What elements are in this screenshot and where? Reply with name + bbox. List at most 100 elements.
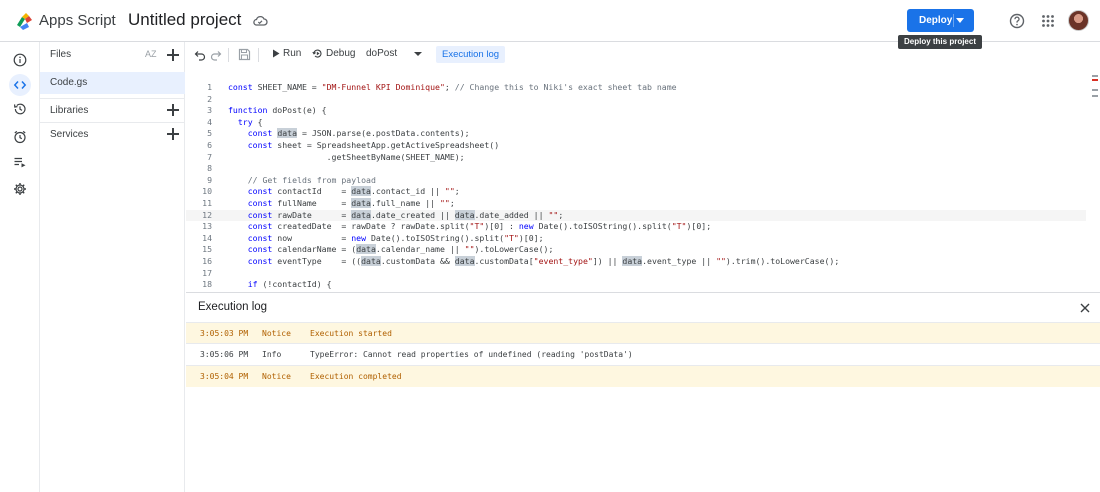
- play-icon: [273, 49, 280, 58]
- code-line[interactable]: 18 if (!contactId) {: [186, 279, 1086, 289]
- rail-editor[interactable]: [9, 74, 31, 96]
- file-item-code-gs[interactable]: Code.gs: [40, 72, 185, 94]
- cloud-saved-icon: [253, 15, 268, 26]
- run-button[interactable]: Run: [272, 48, 301, 59]
- chevron-down-icon[interactable]: [956, 18, 964, 23]
- editor-toolbar: Run Debug doPost Execution log: [186, 43, 1100, 67]
- log-level: Info: [262, 350, 282, 360]
- line-number: 13: [202, 221, 212, 232]
- code-text: const sheet = SpreadsheetApp.getActiveSp…: [247, 140, 500, 150]
- code-text: // Get fields from payload: [247, 174, 376, 185]
- top-app-bar: Apps Script Untitled project Deploy Depl…: [0, 0, 1100, 49]
- function-select[interactable]: doPost: [366, 48, 397, 59]
- rail-triggers[interactable]: [9, 126, 31, 148]
- code-line[interactable]: 1 const SHEET_NAME = "DM-Funnel KPI Domin…: [186, 82, 1086, 94]
- code-line[interactable]: 10 const contactId = data.contact_id || …: [186, 186, 1086, 198]
- code-text: const fullName = data.full_name || "";: [247, 198, 455, 208]
- undo-icon[interactable]: [194, 49, 206, 61]
- code-text: const SHEET_NAME = "DM-Funnel KPI Domini…: [228, 82, 677, 92]
- deploy-button-label: Deploy: [919, 15, 953, 26]
- code-line[interactable]: 7 .getSheetByName(SHEET_NAME);: [186, 152, 1086, 164]
- line-number: 15: [202, 244, 212, 255]
- code-line[interactable]: 16 const eventType = ((data.customData &…: [186, 256, 1086, 268]
- add-service-plus-icon[interactable]: [167, 128, 179, 140]
- rail-project-history[interactable]: [9, 98, 31, 120]
- line-number: 6: [207, 140, 212, 150]
- execution-log-button[interactable]: Execution log: [436, 46, 506, 63]
- overview-ruler[interactable]: [1092, 75, 1098, 289]
- line-number: 1: [207, 82, 212, 92]
- services-section[interactable]: Services: [40, 122, 185, 146]
- line-number: 14: [202, 232, 212, 243]
- code-line[interactable]: 3 function doPost(e) {: [186, 105, 1086, 117]
- code-text: function doPost(e) {: [228, 105, 327, 116]
- code-line[interactable]: 13 const createdDate = rawDate ? rawDate…: [186, 221, 1086, 233]
- sort-az-icon[interactable]: AZ: [145, 49, 157, 59]
- log-entry[interactable]: 3:05:06 PM Info TypeError: Cannot read pro…: [186, 343, 1100, 366]
- code-line[interactable]: 9 // Get fields from payload: [186, 175, 1086, 187]
- toolbar-divider: [258, 48, 259, 62]
- code-line[interactable]: 12 const rawDate = data.date_created || …: [186, 209, 1086, 222]
- code-text: const eventType = ((data.customData && d…: [247, 256, 840, 266]
- line-number: 11: [202, 198, 212, 208]
- code-text: const calendarName = (data.calendar_name…: [247, 244, 554, 255]
- list-run-icon: [14, 157, 26, 168]
- help-icon[interactable]: [1008, 12, 1026, 30]
- line-number: 7: [207, 151, 212, 162]
- ruler-mark: [1092, 89, 1098, 91]
- code-line[interactable]: 6 const sheet = SpreadsheetApp.getActive…: [186, 140, 1086, 152]
- function-select-value: doPost: [366, 48, 398, 59]
- apps-script-logo-icon[interactable]: [14, 11, 34, 31]
- code-line[interactable]: 8: [186, 163, 1086, 175]
- rail-executions[interactable]: [9, 151, 31, 173]
- log-message: Execution started: [310, 329, 392, 338]
- line-number: 12: [202, 209, 212, 220]
- project-title[interactable]: Untitled project: [128, 10, 241, 30]
- code-text: try {: [237, 116, 263, 127]
- log-entry[interactable]: 3:05:03 PM Notice Execution started: [186, 322, 1100, 344]
- line-number: 2: [207, 93, 212, 104]
- code-line[interactable]: 11 const fullName = data.full_name || ""…: [186, 198, 1086, 210]
- code-text: .getSheetByName(SHEET_NAME);: [228, 151, 465, 162]
- libraries-section[interactable]: Libraries: [40, 98, 185, 122]
- rail-settings[interactable]: [9, 178, 31, 200]
- debug-button[interactable]: Debug: [312, 48, 355, 59]
- code-line[interactable]: 5 const data = JSON.parse(e.postData.con…: [186, 128, 1086, 140]
- code-text: const now = new Date().toISOString().spl…: [247, 232, 544, 243]
- files-heading: Files: [50, 49, 72, 60]
- line-number: 8: [207, 163, 212, 174]
- line-number: 9: [207, 174, 212, 185]
- redo-icon[interactable]: [210, 49, 222, 61]
- apps-grid-icon[interactable]: [1039, 12, 1057, 30]
- log-entry[interactable]: 3:05:04 PM Notice Execution completed: [186, 364, 1100, 387]
- log-time: 3:05:06 PM: [200, 350, 249, 360]
- function-select-chevron-down-icon[interactable]: [414, 52, 422, 56]
- deploy-button[interactable]: Deploy: [907, 9, 974, 32]
- code-icon: [13, 80, 27, 90]
- save-icon[interactable]: [238, 48, 251, 61]
- close-icon[interactable]: [1079, 302, 1091, 314]
- line-number: 10: [202, 186, 212, 197]
- code-line[interactable]: 2: [186, 94, 1086, 106]
- run-label: Run: [283, 48, 302, 59]
- code-text: if (!contactId) {: [247, 279, 332, 289]
- code-editor[interactable]: 1 const SHEET_NAME = "DM-Funnel KPI Domin…: [186, 67, 1100, 289]
- account-avatar[interactable]: [1068, 10, 1089, 31]
- code-line[interactable]: 15 const calendarName = (data.calendar_n…: [186, 244, 1086, 256]
- add-library-plus-icon[interactable]: [167, 104, 179, 116]
- log-message: TypeError: Cannot read properties of und…: [310, 350, 633, 360]
- libraries-label: Libraries: [50, 105, 89, 116]
- log-time: 3:05:04 PM: [200, 371, 249, 381]
- history-icon: [14, 103, 26, 115]
- info-icon: [13, 53, 27, 67]
- code-line[interactable]: 14 const now = new Date().toISOString().…: [186, 233, 1086, 245]
- line-number: 3: [207, 105, 212, 116]
- code-line[interactable]: 17: [186, 268, 1086, 280]
- log-level: Notice: [262, 371, 291, 381]
- app-name[interactable]: Apps Script: [39, 12, 116, 29]
- line-number: 5: [207, 128, 212, 139]
- files-panel: Files AZ Code.gs Libraries Services: [40, 42, 185, 492]
- rail-overview[interactable]: [9, 49, 31, 71]
- code-line[interactable]: 4 try {: [186, 117, 1086, 129]
- add-file-plus-icon[interactable]: [167, 49, 179, 61]
